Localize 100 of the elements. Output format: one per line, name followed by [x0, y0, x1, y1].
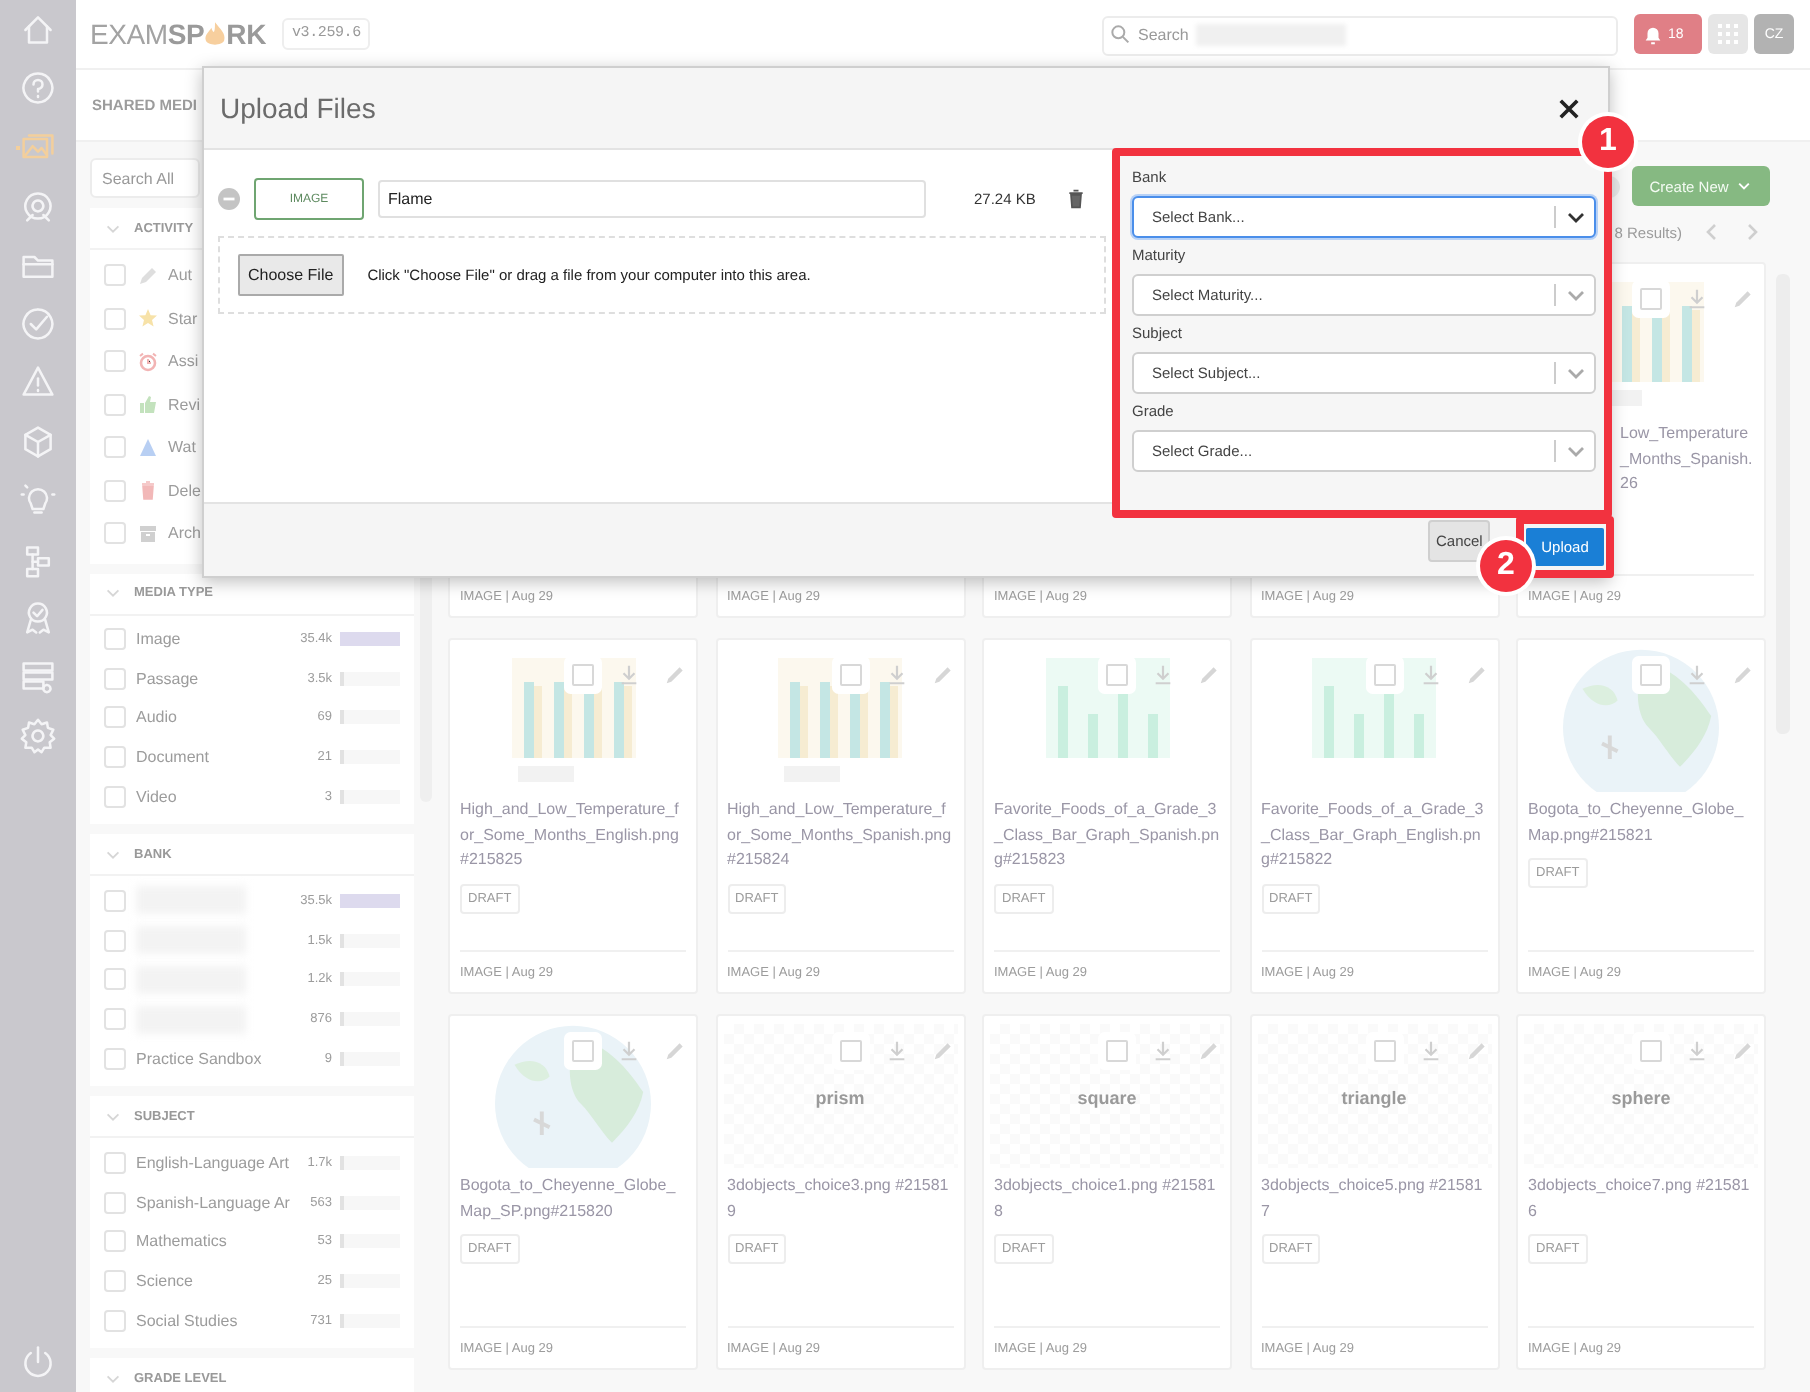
- target-icon[interactable]: [20, 188, 56, 225]
- filter-label: Image: [136, 629, 183, 648]
- server-icon[interactable]: [20, 658, 56, 695]
- checkbox[interactable]: [104, 393, 126, 416]
- file-name: 26: [1620, 472, 1638, 496]
- pencil-icon[interactable]: [1465, 664, 1487, 686]
- file-name: High_and_Low_Temperature_for_Some_Months_Spanish.png#215824: [727, 798, 953, 872]
- download-icon[interactable]: [618, 1040, 640, 1062]
- step-badge: 2: [1480, 540, 1532, 592]
- warning-icon[interactable]: [20, 364, 56, 401]
- logo-text: EXAM: [90, 18, 168, 50]
- download-icon[interactable]: [1152, 1040, 1174, 1062]
- checkbox[interactable]: [104, 746, 126, 769]
- search-icon: [1110, 24, 1130, 44]
- trash-icon[interactable]: [1065, 188, 1086, 210]
- choose-file-button[interactable]: Choose File: [238, 254, 344, 296]
- chevron-icon[interactable]: [104, 584, 122, 602]
- pencil-icon[interactable]: [931, 1040, 953, 1062]
- help-icon[interactable]: [20, 70, 56, 107]
- download-icon[interactable]: [618, 664, 640, 686]
- filter-label: English-Language Art: [136, 1153, 291, 1172]
- download-icon[interactable]: [1152, 664, 1174, 686]
- checkbox[interactable]: [104, 350, 126, 373]
- power-icon[interactable]: [20, 1344, 56, 1380]
- filter-label: Document: [136, 748, 211, 767]
- pencil-icon[interactable]: [1465, 1040, 1487, 1062]
- pencil-icon[interactable]: [931, 664, 953, 686]
- download-icon[interactable]: [1686, 288, 1708, 310]
- download-icon[interactable]: [1419, 1040, 1441, 1062]
- checkbox[interactable]: [104, 264, 126, 287]
- pencil-icon[interactable]: [664, 664, 686, 686]
- pencil-icon[interactable]: [664, 1040, 686, 1062]
- previous-page-icon[interactable]: [1702, 222, 1722, 242]
- cube-icon[interactable]: [20, 423, 56, 460]
- thumbs-up-icon: [138, 394, 158, 415]
- checkbox[interactable]: [104, 706, 126, 729]
- filter-label: Social Studies: [136, 1312, 240, 1331]
- pencil-icon[interactable]: [1732, 664, 1754, 686]
- download-icon[interactable]: [1686, 1040, 1708, 1062]
- checkbox[interactable]: [104, 1310, 126, 1333]
- network-icon[interactable]: [20, 541, 56, 578]
- file-name-field[interactable]: Flame: [378, 180, 926, 218]
- thumbnail-label: triangle: [1341, 1088, 1407, 1108]
- close-icon[interactable]: [1558, 97, 1580, 119]
- checkbox[interactable]: [104, 929, 126, 952]
- next-page-icon[interactable]: [1742, 222, 1762, 242]
- award-icon[interactable]: [20, 599, 56, 636]
- file-name: Favorite_Foods_of_a_Grade_3_Class_Bar_Graph_Spanish.png#215823: [994, 798, 1220, 872]
- checkbox[interactable]: [104, 1008, 126, 1031]
- checkbox[interactable]: [104, 522, 126, 545]
- checkbox[interactable]: [104, 307, 126, 330]
- checkbox[interactable]: [104, 786, 126, 809]
- filter-label: Mathematics: [136, 1232, 229, 1251]
- chevron-icon: [1566, 363, 1586, 383]
- check-circle-icon[interactable]: [20, 305, 56, 342]
- logo-text: SP: [167, 18, 205, 50]
- trash-icon: [138, 480, 158, 501]
- checkbox[interactable]: [104, 1230, 126, 1253]
- download-icon[interactable]: [1686, 664, 1708, 686]
- pencil-icon[interactable]: [1732, 1040, 1754, 1062]
- filter-label: Aut: [168, 266, 193, 285]
- file-name: Bogota_to_Cheyenne_Globe_Map.png#215821: [1528, 798, 1746, 848]
- checkbox[interactable]: [104, 889, 126, 912]
- checkbox[interactable]: [104, 479, 126, 502]
- chevron-icon: [1566, 285, 1586, 305]
- checkbox[interactable]: [104, 968, 126, 991]
- filter-label: Video: [136, 788, 179, 807]
- lightbulb-icon[interactable]: [20, 482, 56, 519]
- filter-label: Science: [136, 1272, 195, 1291]
- file-name: 3dobjects_choice5.png #215817: [1261, 1174, 1485, 1223]
- grid-icon: [1716, 22, 1740, 46]
- filter-label: Practice Sandbox: [136, 1050, 264, 1069]
- home-icon[interactable]: [20, 12, 56, 48]
- checkbox[interactable]: [104, 667, 126, 690]
- download-icon[interactable]: [885, 1040, 907, 1062]
- search-field[interactable]: Search All: [90, 158, 200, 198]
- filter-label: Revi: [168, 395, 201, 414]
- pencil-icon[interactable]: [1198, 1040, 1220, 1062]
- settings-icon[interactable]: [20, 717, 56, 754]
- remove-icon[interactable]: [218, 188, 240, 210]
- chevron-icon: [1566, 207, 1586, 227]
- file-name: High_and_Low_Temperature_for_Some_Months_English.png#215825: [460, 798, 681, 872]
- checkbox[interactable]: [104, 436, 126, 459]
- download-icon[interactable]: [1419, 664, 1441, 686]
- checkbox[interactable]: [104, 1048, 126, 1071]
- checkbox[interactable]: [104, 1191, 126, 1214]
- file-name: 3dobjects_choice1.png #215818: [994, 1174, 1218, 1223]
- pencil-icon[interactable]: [1198, 664, 1220, 686]
- step-badge: 1: [1582, 116, 1634, 168]
- filter-label: Dele: [168, 481, 201, 500]
- checkbox[interactable]: [104, 1151, 126, 1174]
- apps-button[interactable]: [1708, 14, 1748, 54]
- thumbnail-label: prism: [815, 1088, 865, 1108]
- file-name: Bogota_to_Cheyenne_Globe_Map_SP.png#215820: [460, 1174, 678, 1224]
- download-icon[interactable]: [885, 664, 907, 686]
- filter-label: Arch: [168, 524, 201, 543]
- checkbox[interactable]: [104, 627, 126, 650]
- filter-label: Spanish-Language Ar: [136, 1193, 292, 1212]
- checkbox[interactable]: [104, 1270, 126, 1293]
- pencil-icon[interactable]: [1732, 288, 1754, 310]
